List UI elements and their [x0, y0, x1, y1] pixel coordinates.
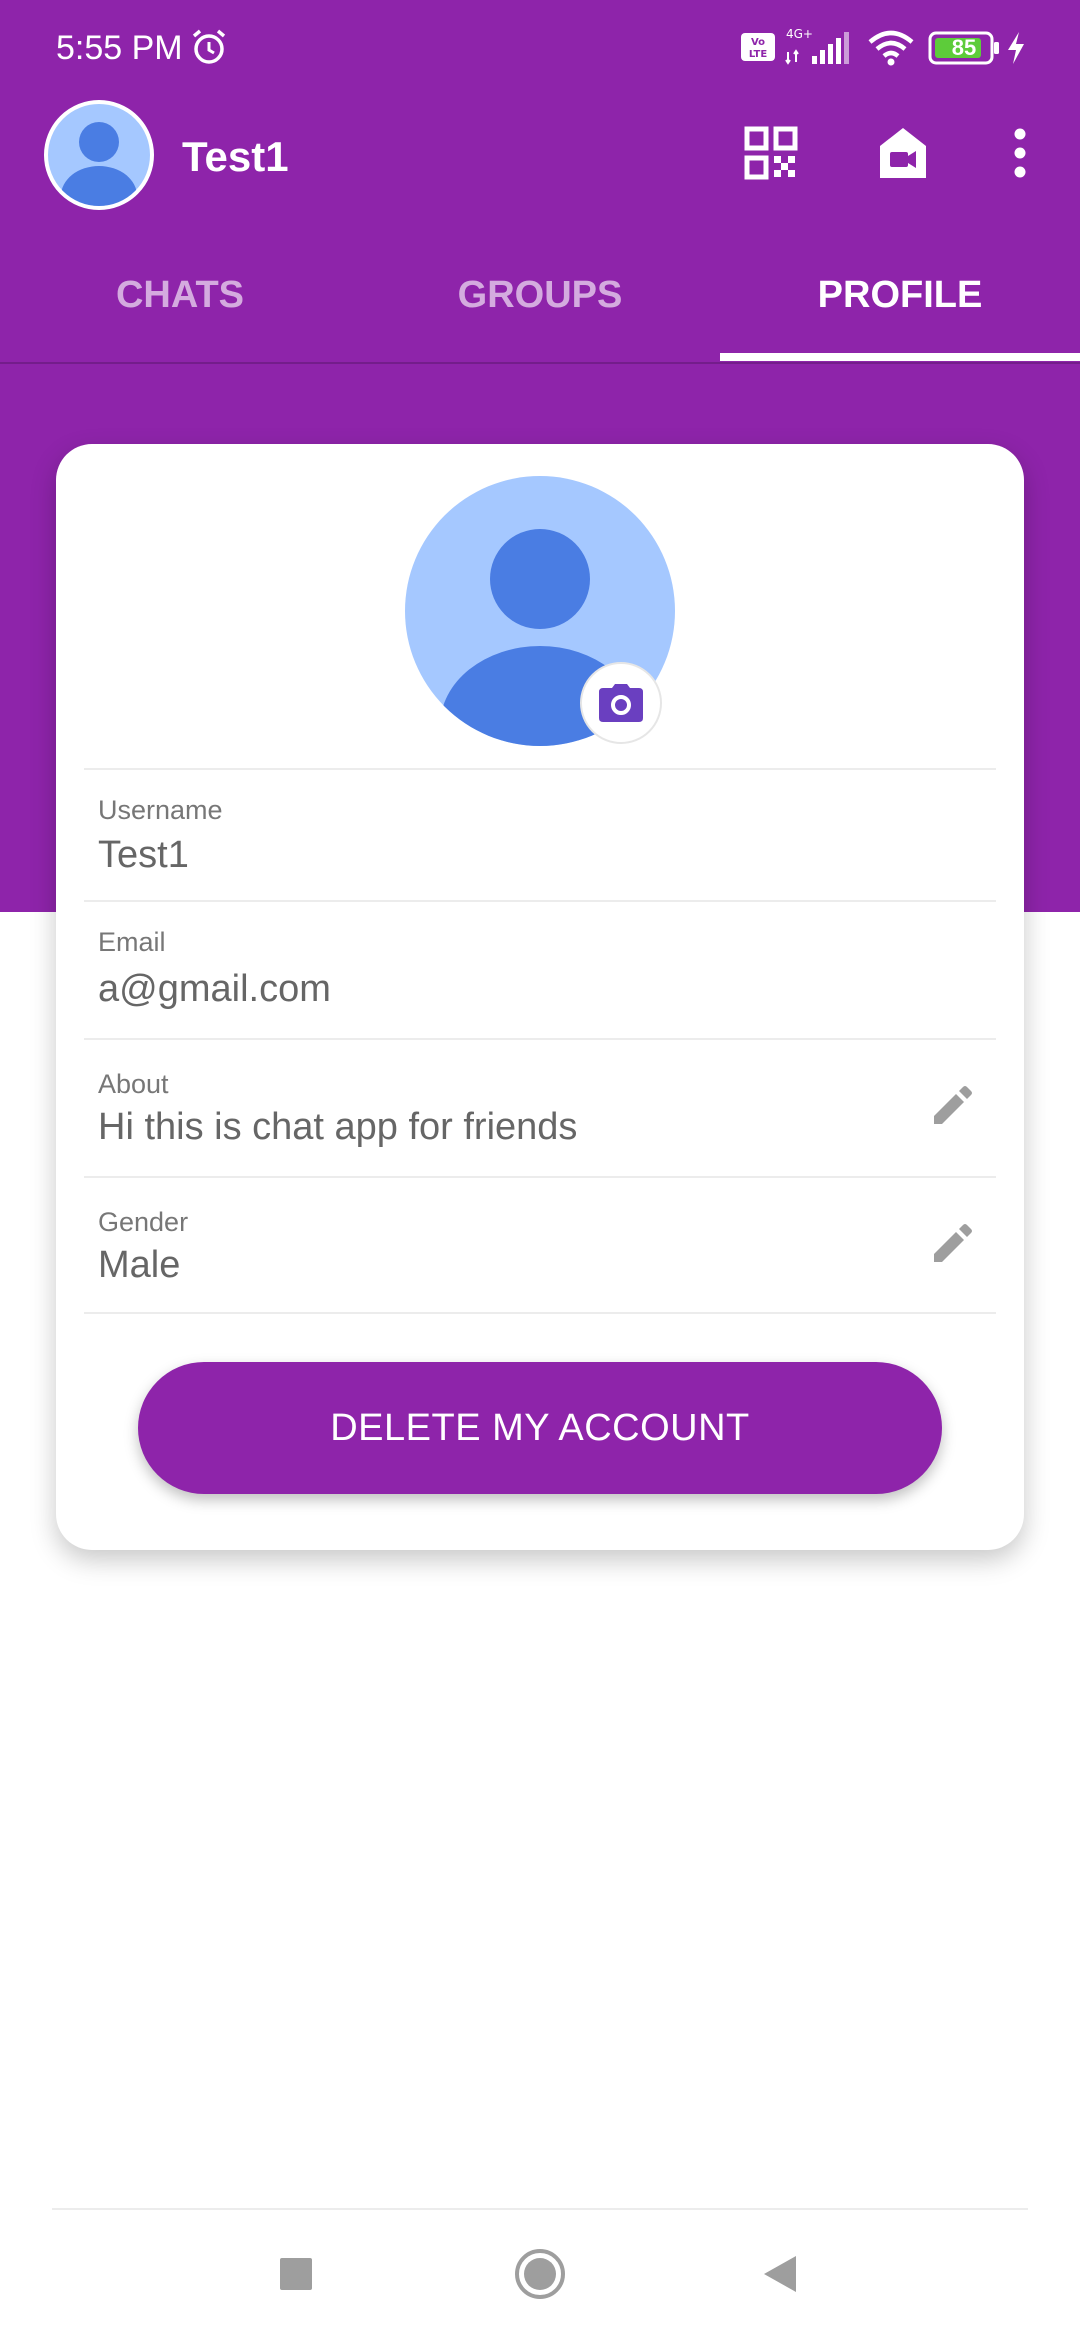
tab-chats[interactable]: CHATS — [0, 260, 360, 360]
edit-about-icon[interactable] — [930, 1084, 974, 1128]
about-value: Hi this is chat app for friends — [98, 1106, 578, 1148]
username-label: Username — [98, 795, 223, 825]
nav-divider — [52, 2208, 1028, 2210]
video-home-icon[interactable] — [878, 126, 928, 180]
person-icon — [61, 122, 137, 206]
gender-label: Gender — [98, 1207, 189, 1237]
more-vert-icon[interactable] — [1010, 126, 1030, 180]
qr-code-icon[interactable] — [744, 126, 798, 180]
header-avatar[interactable] — [44, 100, 154, 210]
status-bar: 5:55 PM Vo LTE 4G+ 85 — [0, 0, 1080, 96]
charging-bolt-icon — [1008, 32, 1024, 64]
svg-text:LTE: LTE — [749, 49, 768, 60]
email-label: Email — [98, 927, 166, 957]
username-field: Username Test1 — [84, 768, 996, 900]
volte-icon: Vo LTE — [741, 33, 775, 61]
app-bar: Test1 — [0, 96, 1080, 286]
alarm-icon — [192, 29, 226, 64]
tab-indicator — [720, 353, 1080, 361]
gender-field: Gender Male — [84, 1176, 996, 1314]
wifi-icon — [868, 30, 914, 66]
about-label: About — [98, 1069, 169, 1099]
back-icon[interactable] — [760, 2252, 800, 2296]
tab-bar: CHATS GROUPS PROFILE — [0, 260, 1080, 364]
home-icon[interactable] — [514, 2248, 566, 2300]
edit-gender-icon[interactable] — [930, 1222, 974, 1266]
profile-card: Username Test1 Email a@gmail.com About H… — [56, 444, 1024, 1550]
network-type: 4G+ — [786, 27, 813, 41]
delete-account-button[interactable]: DELETE MY ACCOUNT — [138, 1362, 942, 1494]
svg-text:Vo: Vo — [751, 37, 765, 48]
recents-icon[interactable] — [278, 2256, 314, 2292]
username-value: Test1 — [98, 834, 189, 876]
tab-groups[interactable]: GROUPS — [360, 260, 720, 360]
app-bar-title: Test1 — [182, 133, 289, 180]
email-value: a@gmail.com — [98, 968, 331, 1010]
email-field: Email a@gmail.com — [84, 900, 996, 1038]
battery-level: 85 — [951, 35, 977, 60]
gender-value: Male — [98, 1244, 181, 1286]
about-field: About Hi this is chat app for friends — [84, 1038, 996, 1176]
change-photo-button[interactable] — [580, 662, 662, 744]
camera-icon — [599, 684, 643, 722]
tab-profile[interactable]: PROFILE — [720, 260, 1080, 360]
status-time: 5:55 PM — [56, 29, 183, 67]
cellular-signal-icon: 4G+ — [785, 27, 849, 65]
